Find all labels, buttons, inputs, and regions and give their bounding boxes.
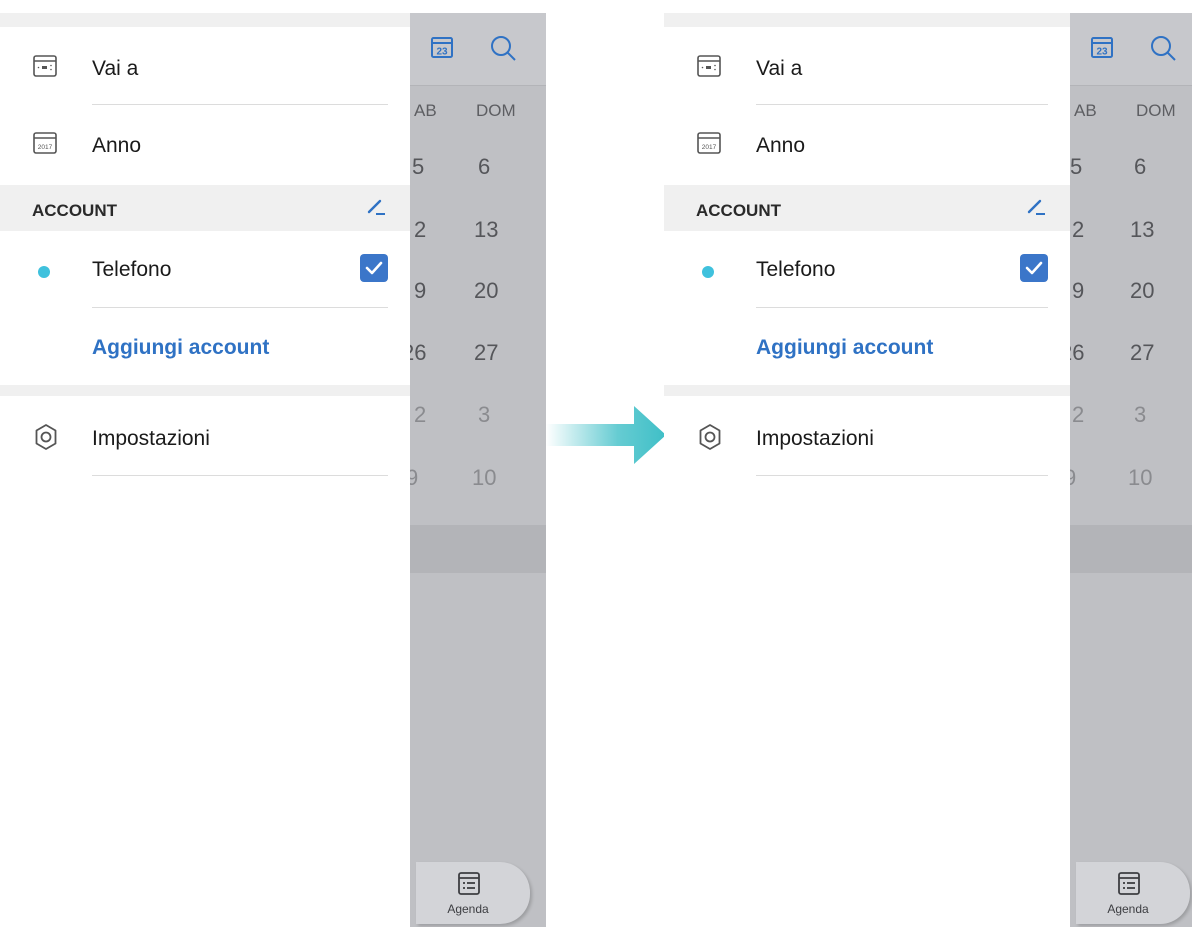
search-icon[interactable]	[488, 33, 518, 63]
screen-before: 23 AB DOM 5 6 2 13 9 20 26 27 2 3 9 10	[0, 0, 546, 927]
day-cell[interactable]: 9	[414, 278, 426, 304]
day-cell[interactable]: 2	[414, 402, 426, 428]
settings-label: Impostazioni	[92, 427, 210, 450]
day-cell[interactable]: 27	[1130, 340, 1154, 366]
weekday-sat: AB	[1074, 101, 1097, 120]
menu-item-settings[interactable]: Impostazioni	[0, 423, 410, 463]
day-cell[interactable]: 2	[414, 217, 426, 243]
divider	[92, 307, 388, 308]
day-cell[interactable]: 5	[1070, 154, 1082, 180]
calendar-month-view: 23 AB DOM 5 6 2 13 9 20 26 27 2 3 9 10	[410, 13, 546, 927]
divider	[756, 475, 1048, 476]
divider	[756, 307, 1048, 308]
agenda-tab[interactable]: Agenda	[1076, 862, 1190, 924]
day-cell[interactable]: 9	[1070, 465, 1076, 491]
account-section-header: ACCOUNT	[664, 185, 1070, 231]
menu-item-year[interactable]: 2017 Anno	[0, 128, 410, 168]
agenda-tab[interactable]: Agenda	[416, 862, 530, 924]
menu-item-goto[interactable]: Vai a	[664, 51, 1070, 91]
account-header-title: ACCOUNT	[696, 201, 781, 220]
year-icon-text: 2017	[702, 144, 717, 151]
screen-after: 23 AB DOM 5 6 2 13 9 20 26 27 2 3 9 10	[664, 0, 1192, 927]
year-label: Anno	[756, 134, 806, 157]
day-cell[interactable]: 5	[412, 154, 424, 180]
edit-pencil-icon[interactable]	[1024, 195, 1048, 219]
today-calendar-icon[interactable]: 23	[1090, 35, 1114, 59]
drawer-top-strip	[0, 13, 410, 27]
today-calendar-icon[interactable]: 23	[430, 35, 454, 59]
day-cell[interactable]: 26	[410, 340, 426, 366]
day-cell[interactable]: 20	[474, 278, 498, 304]
day-cell[interactable]: 6	[1134, 154, 1146, 180]
day-cell[interactable]: 3	[478, 402, 490, 428]
add-account-link[interactable]: Aggiungi account	[756, 336, 933, 360]
agenda-label: Agenda	[447, 902, 489, 916]
checkmark-icon	[365, 261, 383, 275]
calendar-event-band	[410, 525, 546, 573]
divider	[92, 475, 388, 476]
menu-item-settings[interactable]: Impostazioni	[664, 423, 1070, 463]
menu-item-year[interactable]: 2017 Anno	[664, 128, 1070, 168]
settings-label: Impostazioni	[756, 427, 874, 450]
day-cell[interactable]: 13	[1130, 217, 1154, 243]
section-separator	[664, 385, 1070, 396]
account-color-dot	[702, 266, 714, 278]
navigation-drawer: Vai a 2017 Anno ACCOUNT Telefono Aggiung…	[664, 13, 1070, 927]
today-number: 23	[1096, 47, 1108, 58]
goto-date-icon	[697, 55, 721, 77]
calendar-event-band	[1070, 525, 1192, 573]
checkmark-icon	[1025, 261, 1043, 275]
calendar-month-view: 23 AB DOM 5 6 2 13 9 20 26 27 2 3 9 10	[1070, 13, 1192, 927]
day-cell[interactable]: 10	[472, 465, 496, 491]
account-header-title: ACCOUNT	[32, 201, 117, 220]
add-account-link[interactable]: Aggiungi account	[92, 336, 269, 360]
gear-icon	[35, 424, 57, 450]
divider	[756, 104, 1048, 105]
day-cell[interactable]: 9	[1072, 278, 1084, 304]
day-cell[interactable]: 27	[474, 340, 498, 366]
divider	[92, 104, 388, 105]
phone-account-label: Telefono	[92, 258, 172, 281]
account-section-header: ACCOUNT	[0, 185, 410, 231]
weekday-sun: DOM	[476, 101, 516, 120]
day-cell[interactable]: 20	[1130, 278, 1154, 304]
calendar-toolbar: 23	[1070, 13, 1192, 86]
day-cell[interactable]: 9	[410, 465, 418, 491]
menu-item-goto[interactable]: Vai a	[0, 51, 410, 91]
agenda-list-icon	[458, 872, 480, 895]
day-cell[interactable]: 26	[1070, 340, 1084, 366]
account-color-dot	[38, 266, 50, 278]
navigation-drawer: Vai a 2017 Anno ACCOUNT Telefono Aggiung…	[0, 13, 410, 927]
today-number: 23	[436, 47, 448, 58]
transition-arrow-icon	[546, 406, 666, 464]
agenda-list-icon	[1118, 872, 1140, 895]
day-cell[interactable]: 6	[478, 154, 490, 180]
day-cell[interactable]: 2	[1072, 217, 1084, 243]
phone-account-label: Telefono	[756, 258, 836, 281]
weekday-sat: AB	[414, 101, 437, 120]
weekday-sun: DOM	[1136, 101, 1176, 120]
gear-icon	[699, 424, 721, 450]
phone-account-checkbox[interactable]	[360, 254, 388, 282]
year-label: Anno	[92, 134, 142, 157]
year-calendar-icon: 2017	[697, 132, 721, 154]
search-icon[interactable]	[1148, 33, 1178, 63]
drawer-top-strip	[664, 13, 1070, 27]
day-cell[interactable]: 13	[474, 217, 498, 243]
goto-date-icon	[33, 55, 57, 77]
phone-account-checkbox[interactable]	[1020, 254, 1048, 282]
goto-label: Vai a	[756, 57, 803, 80]
agenda-label: Agenda	[1107, 902, 1149, 916]
goto-label: Vai a	[92, 57, 139, 80]
day-cell[interactable]: 10	[1128, 465, 1152, 491]
section-separator	[0, 385, 410, 396]
year-calendar-icon: 2017	[33, 132, 57, 154]
day-cell[interactable]: 2	[1072, 402, 1084, 428]
calendar-toolbar: 23	[410, 13, 546, 86]
edit-pencil-icon[interactable]	[364, 195, 388, 219]
day-cell[interactable]: 3	[1134, 402, 1146, 428]
year-icon-text: 2017	[38, 144, 53, 151]
